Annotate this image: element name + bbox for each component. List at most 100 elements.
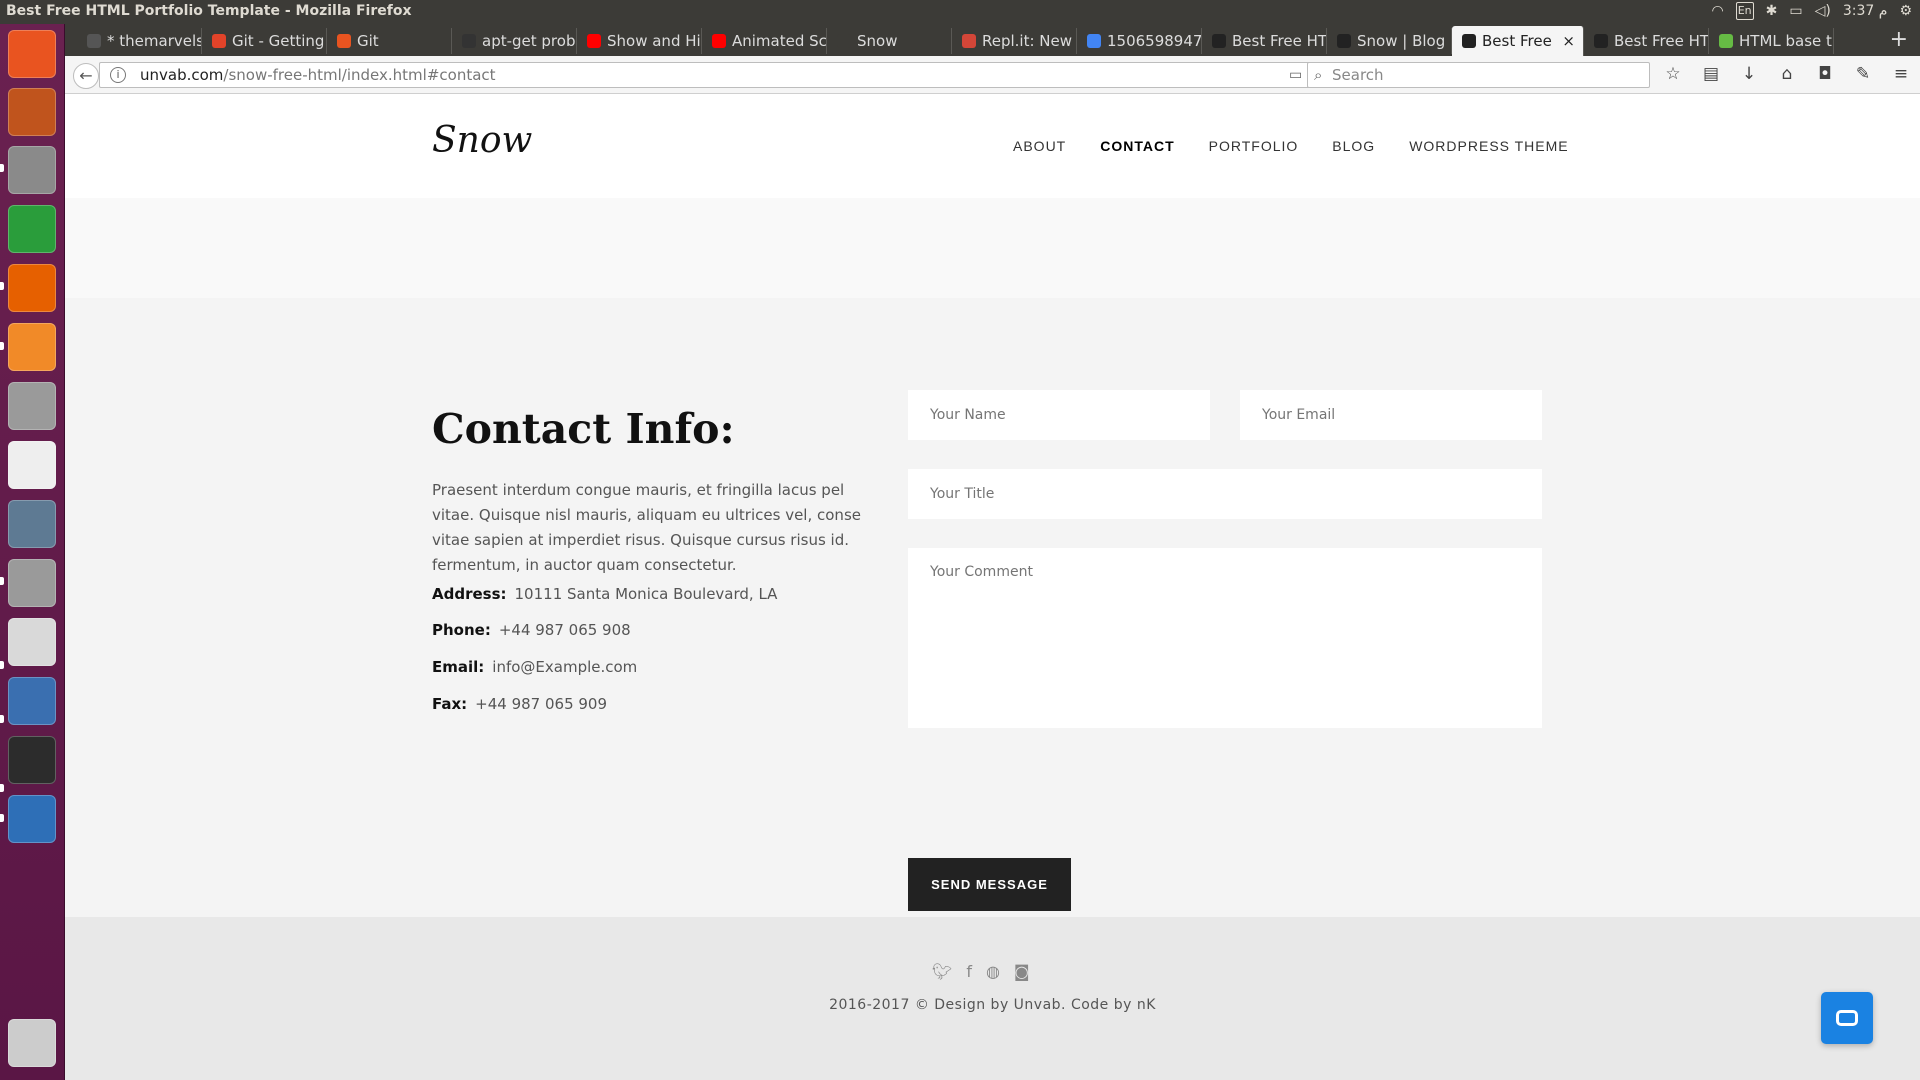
tab-label: Animated Sc	[732, 32, 827, 50]
tab[interactable]: Git - Getting	[202, 28, 327, 54]
tab-favicon-icon	[212, 34, 226, 48]
window-title: Best Free HTML Portfolio Template - Mozi…	[6, 3, 412, 19]
send-message-button[interactable]: SEND MESSAGE	[908, 858, 1071, 911]
clock[interactable]: 3:37 م	[1843, 3, 1888, 19]
tab-label: Best Free	[1482, 32, 1552, 50]
menu-icon[interactable]: ≡	[1882, 64, 1920, 84]
disk-icon[interactable]	[8, 382, 56, 430]
tab[interactable]: Best Free HT	[1202, 28, 1327, 54]
firefox-icon[interactable]	[8, 264, 56, 312]
colorpicker-icon[interactable]	[8, 677, 56, 725]
amazon-icon[interactable]	[8, 441, 56, 489]
tab-favicon-icon	[712, 34, 726, 48]
nav-link-portfolio[interactable]: PORTFOLIO	[1209, 138, 1299, 154]
phone-label: Phone:	[432, 621, 491, 639]
top-panel: Best Free HTML Portfolio Template - Mozi…	[0, 0, 1920, 24]
tab-favicon-icon	[962, 34, 976, 48]
settings-icon[interactable]	[8, 500, 56, 548]
tab-label: 150659894724	[1107, 32, 1202, 50]
title-input[interactable]	[908, 469, 1542, 519]
calc-icon[interactable]	[8, 205, 56, 253]
nav-link-about[interactable]: ABOUT	[1013, 138, 1066, 154]
tab-label: Snow | Blog	[1357, 32, 1446, 50]
running-indicator	[0, 282, 4, 290]
downloads-icon[interactable]: ↓	[1730, 64, 1768, 84]
phone-value: +44 987 065 908	[498, 621, 631, 639]
back-button[interactable]: ←	[73, 63, 99, 89]
tab-label: apt-get prob	[482, 32, 576, 50]
tab-favicon-icon	[462, 34, 476, 48]
name-input[interactable]	[908, 390, 1210, 440]
tab[interactable]: Repl.it: New	[952, 28, 1077, 54]
gear-icon[interactable]: ⚙	[1899, 3, 1912, 19]
twitter-icon[interactable]: 🐦︎	[932, 962, 952, 981]
url-path: /snow-free-html/index.html#contact	[223, 66, 496, 84]
tab[interactable]: Git	[327, 28, 452, 54]
site-footer: 🐦︎ f ◍ ◙ 2016-2017 © Design by Unvab. Co…	[65, 917, 1920, 1080]
info-icon[interactable]: i	[110, 67, 126, 83]
running-indicator	[0, 164, 4, 172]
email-row: Email: info@Example.com	[432, 658, 637, 676]
reader-view-icon[interactable]: ▭	[1289, 63, 1302, 87]
nav-link-contact[interactable]: CONTACT	[1100, 138, 1174, 154]
new-tab-button[interactable]: +	[1890, 27, 1908, 52]
pocket-icon[interactable]: ◘	[1806, 64, 1844, 84]
running-indicator	[0, 342, 4, 350]
tab-close-icon[interactable]: ×	[1562, 32, 1575, 50]
tab[interactable]: 150659894724	[1077, 28, 1202, 54]
writer-icon[interactable]	[8, 795, 56, 843]
search-bar[interactable]: ⌕ Search	[1307, 62, 1650, 88]
impress-icon[interactable]	[8, 88, 56, 136]
disk2-icon[interactable]	[8, 559, 56, 607]
ubuntu-dash-icon[interactable]	[8, 30, 56, 78]
running-indicator	[0, 577, 4, 585]
terminal-icon[interactable]	[8, 736, 56, 784]
home-icon[interactable]: ⌂	[1768, 64, 1806, 84]
launcher	[0, 24, 65, 1080]
tab[interactable]: apt-get prob	[452, 28, 577, 54]
facebook-icon[interactable]: f	[966, 962, 972, 981]
bluetooth-icon[interactable]: ✱	[1766, 3, 1778, 19]
site-nav: ABOUT CONTACT PORTFOLIO BLOG WORDPRESS THEME	[1013, 138, 1603, 154]
wifi-icon[interactable]: ◠	[1711, 3, 1723, 19]
tab[interactable]: * themarvels	[77, 28, 202, 54]
tab[interactable]: HTML base t	[1709, 28, 1834, 54]
running-indicator	[0, 661, 4, 669]
battery-icon[interactable]: ▭	[1789, 3, 1802, 19]
tab[interactable]: Snow | Blog	[1327, 28, 1452, 54]
tab[interactable]: Best Free ×	[1452, 26, 1584, 56]
panel-indicators: ◠ En ✱ ▭ ◁) 3:37 م ⚙	[1711, 2, 1912, 20]
tab[interactable]: Show and Hi	[577, 28, 702, 54]
previous-section	[65, 198, 1920, 298]
files-icon[interactable]	[8, 146, 56, 194]
volume-icon[interactable]: ◁)	[1815, 3, 1831, 19]
tab[interactable]: Best Free HT	[1584, 28, 1709, 54]
software-center-icon[interactable]	[8, 323, 56, 371]
dribbble-icon[interactable]: ◍	[986, 962, 1000, 981]
instagram-icon[interactable]: ◙	[1014, 962, 1030, 981]
tab-favicon-icon	[1719, 34, 1733, 48]
bookmark-star-icon[interactable]: ☆	[1654, 64, 1692, 84]
url-bar[interactable]: i unvab.com/snow-free-html/index.html#co…	[99, 62, 1341, 88]
running-indicator	[0, 814, 4, 822]
pencil-icon[interactable]: ✎	[1844, 64, 1882, 84]
address-value: 10111 Santa Monica Boulevard, LA	[514, 585, 778, 603]
bookmarks-list-icon[interactable]: ▤	[1692, 64, 1730, 84]
tab-label: Git - Getting	[232, 32, 325, 50]
tab[interactable]: Animated Sc	[702, 28, 827, 54]
tab[interactable]: Snow	[827, 28, 952, 54]
nav-link-blog[interactable]: BLOG	[1332, 138, 1375, 154]
address-label: Address:	[432, 585, 507, 603]
chat-button[interactable]	[1821, 992, 1873, 1044]
tab-label: Best Free HT	[1232, 32, 1327, 50]
editor-icon[interactable]	[8, 618, 56, 666]
trash-icon[interactable]	[8, 1019, 56, 1067]
email-input[interactable]	[1240, 390, 1542, 440]
browser-toolbar: ☆ ▤ ↓ ⌂ ◘ ✎ ≡	[1654, 64, 1920, 84]
web-page: Snow ABOUT CONTACT PORTFOLIO BLOG WORDPRESS …	[65, 94, 1920, 1080]
site-logo[interactable]: Snow	[432, 120, 532, 161]
tab-favicon-icon	[1212, 34, 1226, 48]
comment-textarea[interactable]	[908, 548, 1542, 728]
nav-link-wordpress-theme[interactable]: WORDPRESS THEME	[1409, 138, 1568, 154]
keyboard-indicator[interactable]: En	[1735, 2, 1754, 20]
